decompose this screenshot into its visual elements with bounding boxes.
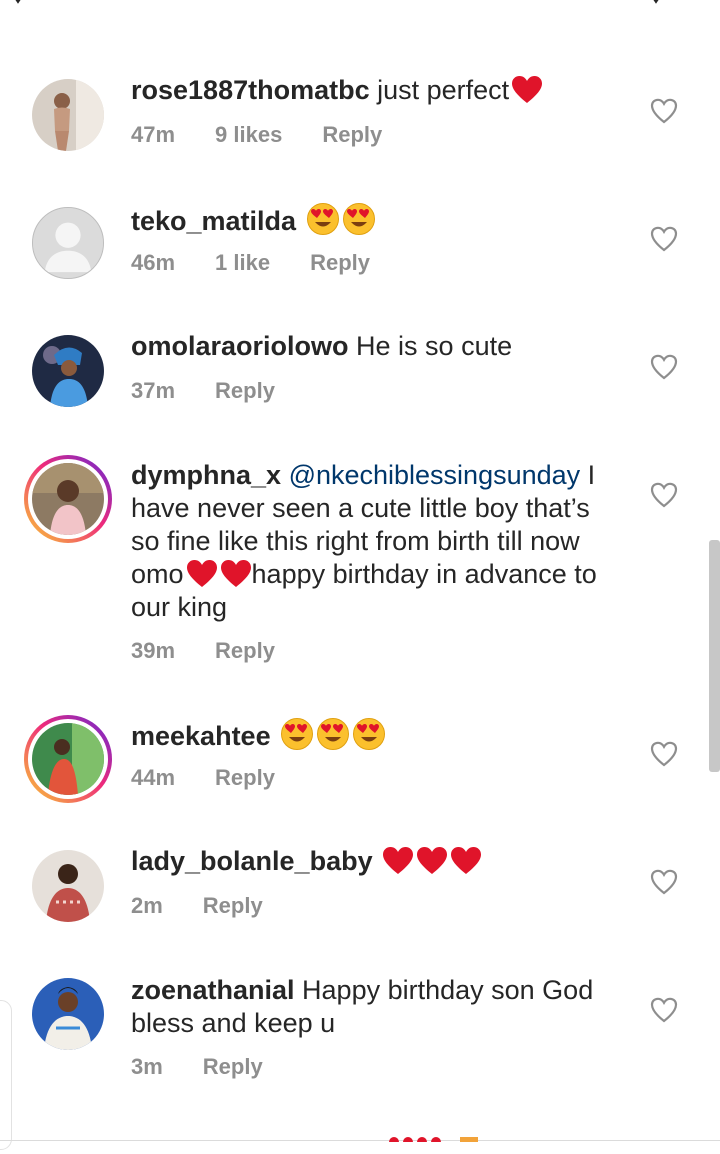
comment-meta: 47m 9 likes Reply	[131, 122, 382, 148]
comment-username[interactable]: lady_bolanle_baby	[131, 846, 373, 876]
comment-meta: 44m Reply	[131, 765, 275, 791]
scrollbar[interactable]	[709, 540, 720, 772]
heart-eyes-emoji	[306, 203, 339, 235]
avatar-image	[32, 723, 104, 795]
avatar-image	[32, 850, 104, 922]
comment-time: 39m	[131, 638, 176, 663]
avatar-image	[32, 463, 104, 535]
comment-meta: 39m Reply	[131, 638, 275, 664]
comment-time: 44m	[131, 765, 176, 790]
comment-body: lady_bolanle_baby	[131, 845, 621, 878]
comment-time: 37m	[131, 378, 176, 403]
heart-outline-icon[interactable]	[650, 226, 678, 252]
heart-eyes-emoji	[353, 718, 386, 750]
partial-next-comment-emoji	[389, 1137, 478, 1142]
heart-outline-icon[interactable]	[650, 354, 678, 380]
comment-meta: 37m Reply	[131, 378, 275, 404]
avatar-ring-gap	[28, 459, 108, 539]
comment-meta: 3m Reply	[131, 1054, 263, 1080]
comment-username[interactable]: teko_matilda	[131, 206, 296, 236]
comment-meta: 2m Reply	[131, 893, 263, 919]
comment-body: dymphna_x @nkechiblessingsunday I have n…	[131, 459, 621, 624]
red-heart-emoji	[451, 847, 482, 874]
reply-button[interactable]: Reply	[215, 378, 275, 404]
comment-username[interactable]: meekahtee	[131, 721, 271, 751]
avatar-story-ring[interactable]	[24, 715, 112, 803]
comment-text: just perfect	[369, 75, 510, 105]
reply-button[interactable]: Reply	[203, 1054, 263, 1080]
comment-username[interactable]: rose1887thomatbc	[131, 75, 370, 105]
comment-username[interactable]: zoenathanial	[131, 975, 295, 1005]
reply-button[interactable]: Reply	[203, 893, 263, 919]
heart-outline-icon[interactable]	[650, 997, 678, 1023]
comment-body: rose1887thomatbc just perfect	[131, 74, 621, 107]
red-heart-emoji	[512, 76, 543, 103]
comment-likes[interactable]: 9 likes	[215, 122, 282, 148]
comment-meta: 46m 1 like Reply	[131, 250, 370, 276]
avatar-image	[32, 335, 104, 407]
top-edge-mark	[15, 0, 21, 4]
reply-button[interactable]: Reply	[215, 765, 275, 791]
reply-button[interactable]: Reply	[322, 122, 382, 148]
divider	[0, 1140, 720, 1141]
avatar[interactable]	[32, 207, 104, 279]
top-edge-mark-right	[653, 0, 659, 4]
comment-time: 47m	[131, 122, 176, 147]
avatar[interactable]	[32, 850, 104, 922]
avatar[interactable]	[32, 79, 104, 151]
comment-text	[296, 206, 304, 236]
comment-time: 3m	[131, 1054, 163, 1079]
avatar-image	[32, 79, 104, 151]
red-heart-emoji	[383, 847, 414, 874]
comment-body: meekahtee	[131, 717, 621, 753]
heart-eyes-emoji	[317, 718, 350, 750]
red-heart-emoji	[220, 560, 251, 587]
heart-outline-icon[interactable]	[650, 869, 678, 895]
avatar-ring-gap	[28, 719, 108, 799]
comment-body: zoenathanial Happy birthday son God bles…	[131, 974, 621, 1040]
red-heart-emoji	[417, 847, 448, 874]
comment-likes[interactable]: 1 like	[215, 250, 270, 276]
comment-time: 2m	[131, 893, 163, 918]
heart-outline-icon[interactable]	[650, 98, 678, 124]
reply-button[interactable]: Reply	[215, 638, 275, 664]
comments-page: rose1887thomatbc just perfect 47m 9 like…	[0, 0, 720, 1154]
avatar[interactable]	[32, 335, 104, 407]
heart-outline-icon[interactable]	[650, 741, 678, 767]
reply-button[interactable]: Reply	[310, 250, 370, 276]
side-panel-edge	[0, 1000, 12, 1150]
heart-outline-icon[interactable]	[650, 482, 678, 508]
comment-body: omolaraoriolowo He is so cute	[131, 330, 621, 363]
avatar[interactable]	[32, 978, 104, 1050]
comment-body: teko_matilda	[131, 202, 621, 238]
heart-eyes-emoji	[342, 203, 375, 235]
comment-text: He is so cute	[348, 331, 513, 361]
comment-username[interactable]: omolaraoriolowo	[131, 331, 349, 361]
comment-username[interactable]: dymphna_x	[131, 460, 281, 490]
avatar-image	[32, 978, 104, 1050]
default-avatar-icon	[33, 208, 103, 278]
comment-mention[interactable]: @nkechiblessingsunday	[289, 460, 581, 490]
heart-eyes-emoji	[281, 718, 314, 750]
comment-time: 46m	[131, 250, 176, 275]
avatar-story-ring[interactable]	[24, 455, 112, 543]
red-heart-emoji	[186, 560, 217, 587]
